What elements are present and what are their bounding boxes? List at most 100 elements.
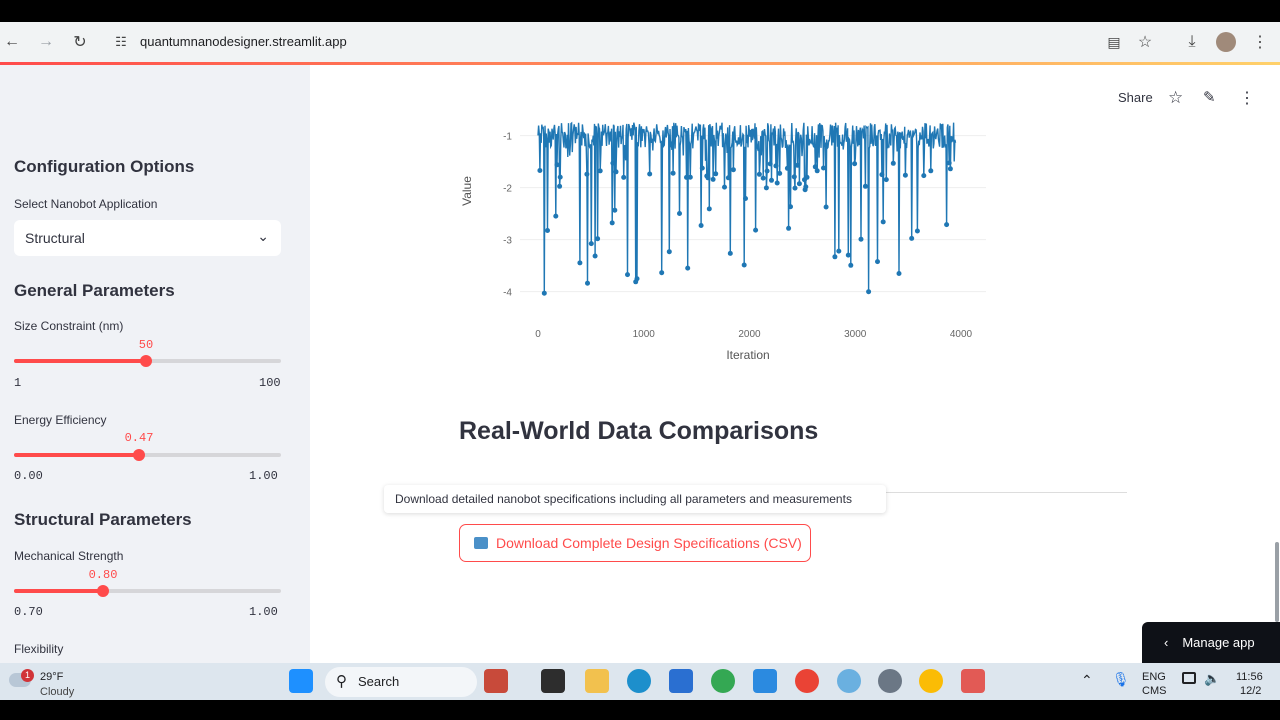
download-tooltip: Download detailed nanobot specifications…	[384, 485, 886, 513]
size-slider[interactable]	[14, 355, 281, 367]
bottom-border	[0, 700, 1280, 720]
network-icon[interactable]	[1182, 672, 1196, 684]
energy-slider-fill	[14, 453, 139, 457]
x-tick-label: 2000	[738, 329, 761, 340]
x-tick-label: 0	[535, 329, 541, 340]
series-point	[896, 271, 902, 276]
series-point	[791, 174, 797, 180]
energy-min: 0.00	[14, 469, 43, 483]
series-point	[862, 183, 868, 189]
size-value: 50	[138, 338, 154, 352]
chevron-up-icon[interactable]: ⌃	[1081, 672, 1093, 689]
more-menu-icon[interactable]: ⋮	[1239, 88, 1255, 108]
series-point	[769, 177, 774, 183]
manage-app-label: Manage app	[1182, 635, 1255, 650]
app-select[interactable]: Structural ⌄	[14, 220, 281, 256]
edge-icon[interactable]	[627, 669, 651, 693]
back-icon[interactable]: ←	[0, 30, 24, 54]
snipping-tool-icon[interactable]	[961, 669, 985, 693]
lang-1[interactable]: ENG	[1142, 671, 1166, 683]
chrome-profile-icon[interactable]	[795, 669, 819, 693]
settings-gear-icon[interactable]	[878, 669, 902, 693]
section-title: Real-World Data Comparisons	[459, 417, 819, 445]
series-point	[946, 160, 952, 166]
profile-avatar[interactable]	[1214, 30, 1238, 54]
mech-slider[interactable]	[14, 585, 281, 597]
bookmark-star-icon[interactable]: ☆	[1133, 30, 1157, 54]
series-point	[845, 252, 851, 258]
series-point	[774, 180, 780, 186]
energy-slider[interactable]	[14, 449, 281, 461]
y-tick-label: -2	[503, 184, 512, 195]
mech-min: 0.70	[14, 605, 43, 619]
mech-slider-thumb[interactable]	[97, 585, 109, 597]
series-point	[753, 227, 759, 233]
series-point	[698, 223, 704, 228]
series-point	[685, 265, 691, 271]
series-point	[890, 160, 896, 166]
scrollbar[interactable]	[1275, 542, 1279, 622]
share-button[interactable]: Share	[1118, 90, 1153, 105]
size-slider-thumb[interactable]	[140, 355, 152, 367]
download-csv-button[interactable]: Download Complete Design Specifications …	[459, 524, 811, 562]
chrome-active-icon[interactable]	[919, 669, 943, 693]
screen: ← → ↻ ☷ quantumnanodesigner.streamlit.ap…	[0, 0, 1280, 720]
edit-icon[interactable]: ✎	[1203, 88, 1216, 106]
chart-grid	[520, 135, 986, 293]
series-point	[699, 165, 705, 171]
series-point	[705, 175, 711, 181]
install-app-icon[interactable]: ▤	[1102, 30, 1126, 54]
series-point	[670, 170, 676, 176]
widgets-icon[interactable]	[484, 669, 508, 693]
weather-temp[interactable]: 29°F	[40, 671, 63, 683]
series-point	[880, 219, 886, 225]
taskbar-search[interactable]: ⚲ Search	[325, 667, 477, 697]
clock-time[interactable]: 11:56	[1236, 671, 1263, 683]
series-point	[879, 172, 885, 178]
reload-icon[interactable]: ↻	[68, 30, 92, 54]
series-point	[612, 207, 618, 213]
y-tick-label: -4	[503, 288, 512, 299]
x-tick-label: 3000	[844, 329, 867, 340]
windows-start-icon[interactable]	[289, 669, 313, 693]
series-point	[804, 174, 810, 180]
series-point	[730, 167, 736, 173]
browser-menu-icon[interactable]: ⋮	[1248, 30, 1272, 54]
series-point	[821, 165, 826, 171]
series-point	[666, 249, 672, 255]
task-view-icon[interactable]	[541, 669, 565, 693]
x-tick-labels: 0 1000 2000 3000 4000	[535, 329, 972, 340]
store-icon[interactable]	[669, 669, 693, 693]
series-point	[875, 259, 880, 265]
series-point	[832, 254, 838, 260]
y-tick-label: -3	[503, 236, 512, 247]
series-point	[727, 250, 733, 256]
microphone-icon[interactable]: 🎙	[1112, 671, 1130, 688]
series-point	[784, 165, 790, 171]
weather-desc[interactable]: Cloudy	[40, 686, 74, 698]
vscode-icon[interactable]	[753, 669, 777, 693]
forward-icon[interactable]: →	[34, 30, 58, 54]
series-point	[585, 280, 590, 286]
manage-app-button[interactable]: ‹ Manage app	[1142, 622, 1280, 663]
series-point	[823, 204, 829, 210]
app-icon[interactable]	[837, 669, 861, 693]
energy-slider-thumb[interactable]	[133, 449, 145, 461]
chrome-icon[interactable]	[711, 669, 735, 693]
search-icon: ⚲	[336, 673, 347, 690]
series-point	[792, 185, 798, 191]
site-info-icon[interactable]: ☷	[109, 30, 133, 54]
series-point	[909, 235, 915, 241]
url-text[interactable]: quantumnanodesigner.streamlit.app	[140, 34, 347, 49]
volume-icon[interactable]: 🔈	[1204, 671, 1220, 687]
clock-date[interactable]: 12/2	[1240, 685, 1261, 697]
star-icon[interactable]: ☆	[1168, 88, 1183, 108]
download-icon[interactable]: ⤓	[1180, 30, 1204, 54]
file-explorer-icon[interactable]	[585, 669, 609, 693]
lang-2[interactable]: CMS	[1142, 685, 1166, 697]
energy-value: 0.47	[124, 431, 154, 445]
series-point	[741, 262, 747, 268]
size-min: 1	[14, 376, 22, 390]
series-point	[659, 270, 665, 276]
series-point	[848, 262, 854, 268]
